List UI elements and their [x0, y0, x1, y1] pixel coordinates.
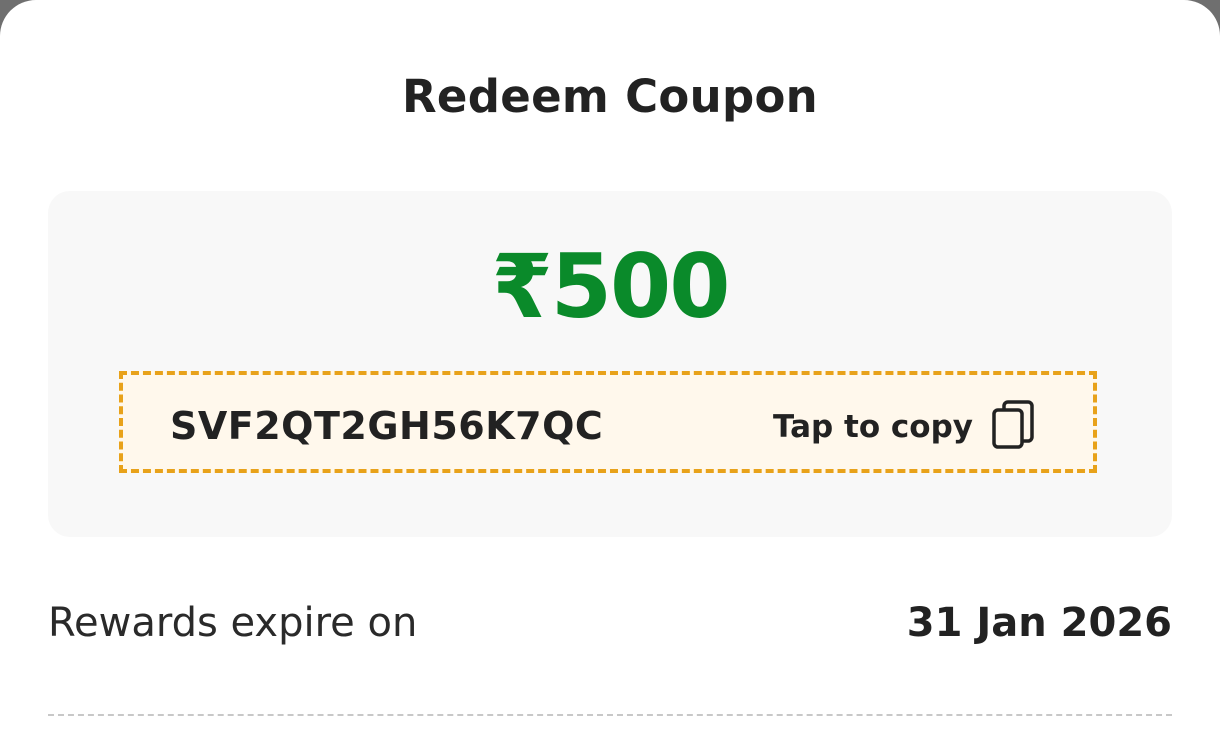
expiry-label: Rewards expire on	[48, 600, 418, 646]
sheet-title: Redeem Coupon	[401, 70, 819, 123]
dashed-divider	[48, 714, 1172, 716]
expiry-date: 31 Jan 2026	[906, 600, 1172, 646]
expiry-row: Rewards expire on 31 Jan 2026	[48, 600, 1172, 654]
coupon-card: ₹500 SVF2QT2GH56K7QC Tap to copy	[48, 191, 1172, 537]
redeem-coupon-sheet: Redeem Coupon ₹500 SVF2QT2GH56K7QC Tap t…	[0, 0, 1220, 740]
copy-icon[interactable]	[992, 400, 1036, 450]
coupon-amount: ₹500	[491, 235, 731, 338]
coupon-code: SVF2QT2GH56K7QC	[170, 404, 604, 448]
tap-to-copy-label[interactable]: Tap to copy	[773, 409, 973, 445]
coupon-code-copy-box[interactable]: SVF2QT2GH56K7QC Tap to copy	[119, 371, 1097, 473]
